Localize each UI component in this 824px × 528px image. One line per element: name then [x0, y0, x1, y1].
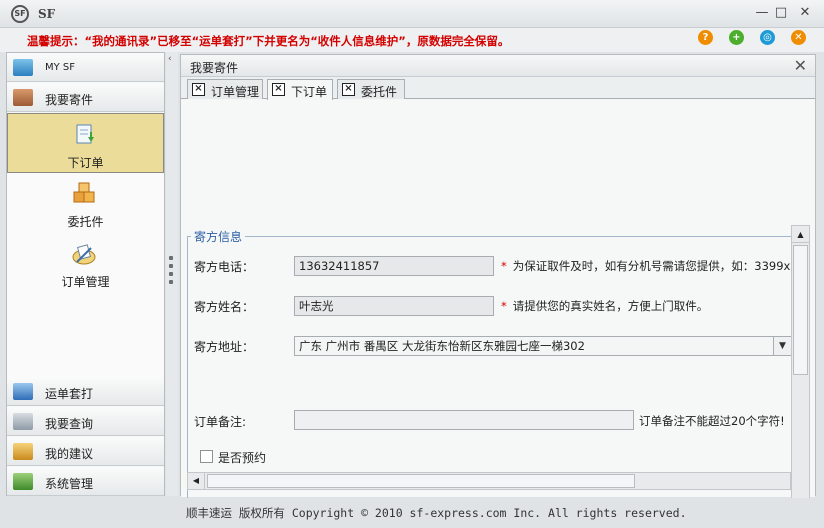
tab-label: 委托件: [361, 85, 398, 99]
sender-info-title: 寄方信息: [191, 228, 246, 245]
title-bar: SF SF — □ ✕: [0, 0, 824, 28]
submenu-item-label: 下订单: [67, 156, 104, 170]
reserve-checkbox[interactable]: [200, 450, 213, 463]
submenu-item-label: 委托件: [67, 215, 104, 229]
required-mark: *: [501, 259, 507, 273]
refresh-icon[interactable]: ◎: [760, 30, 775, 45]
sidebar-item-my-sf[interactable]: MY SF: [7, 53, 164, 82]
sender-address-label: 寄方地址：: [194, 340, 255, 354]
tab-order-management[interactable]: × 订单管理: [187, 79, 263, 99]
notebook-icon: [13, 443, 33, 460]
book-icon: [13, 383, 33, 400]
sidebar-item-query[interactable]: 我要查询: [7, 407, 164, 436]
horizontal-scrollbar[interactable]: ◀: [187, 472, 791, 490]
order-edit-icon: [72, 244, 96, 265]
help-icon[interactable]: ?: [698, 30, 713, 45]
maximize-button[interactable]: □: [773, 5, 789, 21]
boxes-icon: [73, 182, 95, 203]
tab-place-order[interactable]: × 下订单: [267, 79, 333, 100]
panel-title: 我要寄件: [190, 61, 239, 75]
notice-text: 温馨提示：“我的通讯录”已移至“运单套打”下并更名为“收件人信息维护”，原数据完…: [27, 34, 510, 48]
submenu-item-entrusted[interactable]: 委托件: [7, 173, 164, 233]
order-remark-label: 订单备注:: [194, 415, 247, 429]
tab-entrusted[interactable]: × 委托件: [337, 79, 405, 99]
vertical-scrollbar[interactable]: ▲: [791, 225, 810, 505]
chevron-down-icon[interactable]: ▼: [773, 337, 791, 355]
sender-name-label: 寄方姓名：: [194, 300, 255, 314]
sidebar-item-label: 系统管理: [45, 477, 94, 491]
hint-text: 为保证取件及时，如有分机号需请您提供，如：3399xx: [512, 259, 798, 273]
submenu-item-order-management[interactable]: 订单管理: [7, 233, 164, 293]
exit-icon[interactable]: ✕: [791, 30, 806, 45]
tab-bar: × 订单管理 × 下订单 × 委托件: [181, 77, 815, 100]
send-submenu: 下订单 委托件 订单管理: [7, 113, 164, 377]
close-window-button[interactable]: ✕: [797, 5, 813, 21]
order-remark-hint: 订单备注不能超过20个字符!: [639, 414, 785, 428]
add-icon[interactable]: +: [729, 30, 744, 45]
main-panel: 我要寄件 ✕ × 订单管理 × 下订单 × 委托件 寄方信息 寄方电话： 136…: [180, 54, 816, 528]
sidebar: MY SF 我要寄件 下订单 委托件 订单管理 运单套打 我要查询 我的建议 系…: [6, 52, 165, 496]
sidebar-item-label: 我的建议: [45, 447, 94, 461]
collapse-arrow-icon[interactable]: ‹: [168, 54, 172, 64]
sidebar-item-label: 我要寄件: [45, 93, 94, 107]
search-icon: [13, 413, 33, 430]
sidebar-item-send[interactable]: 我要寄件: [7, 83, 164, 112]
document-download-icon: [76, 124, 94, 144]
monitor-icon: [13, 59, 33, 76]
reserve-label: 是否预约: [218, 451, 267, 465]
scroll-left-icon[interactable]: ◀: [188, 473, 205, 489]
grip-dot: [169, 264, 173, 268]
order-remark-input[interactable]: [294, 410, 634, 430]
scroll-thumb[interactable]: [793, 245, 808, 375]
sidebar-item-waybill-print[interactable]: 运单套打: [7, 377, 164, 406]
grip-dot: [169, 272, 173, 276]
scroll-up-icon[interactable]: ▲: [792, 226, 809, 243]
minimize-button[interactable]: —: [754, 5, 770, 21]
sidebar-splitter[interactable]: ‹: [166, 52, 178, 496]
tab-label: 订单管理: [211, 85, 260, 99]
copyright-text: 顺丰速运 版权所有 Copyright © 2010 sf-express.co…: [186, 506, 687, 520]
sender-phone-input[interactable]: 13632411857: [294, 256, 494, 276]
sender-name-hint: * 请提供您的真实姓名，方便上门取件。: [501, 298, 708, 314]
sender-phone-label: 寄方电话：: [194, 260, 255, 274]
sidebar-item-system[interactable]: 系统管理: [7, 467, 164, 496]
required-mark: *: [501, 299, 507, 313]
scroll-thumb[interactable]: [207, 474, 635, 488]
tab-close-icon[interactable]: ×: [272, 83, 285, 96]
sf-logo-icon: SF: [11, 5, 29, 23]
package-icon: [13, 89, 33, 106]
settings-icon: [13, 473, 33, 490]
app-title: SF: [38, 7, 56, 21]
grip-dot: [169, 280, 173, 284]
tab-close-icon[interactable]: ×: [342, 83, 355, 96]
tab-label: 下订单: [291, 85, 328, 99]
order-form: 寄方信息 寄方电话： 13632411857 * 为保证取件及时，如有分机号需请您…: [181, 100, 815, 528]
sidebar-item-suggestions[interactable]: 我的建议: [7, 437, 164, 466]
sender-address-select[interactable]: 广东 广州市 番禺区 大龙街东怡新区东雅园七座一梯302 ▼: [294, 336, 792, 356]
close-panel-icon[interactable]: ✕: [794, 56, 807, 75]
grip-dot: [169, 256, 173, 260]
submenu-item-label: 订单管理: [61, 275, 110, 289]
hint-text: 请提供您的真实姓名，方便上门取件。: [512, 299, 709, 313]
sidebar-item-label: 运单套打: [45, 387, 94, 401]
sender-phone-hint: * 为保证取件及时，如有分机号需请您提供，如：3399xx: [501, 258, 797, 274]
footer: 顺丰速运 版权所有 Copyright © 2010 sf-express.co…: [0, 498, 824, 528]
sidebar-item-label: 我要查询: [45, 417, 94, 431]
sender-name-input[interactable]: 叶志光: [294, 296, 494, 316]
panel-header: 我要寄件 ✕: [181, 55, 815, 77]
sidebar-item-label: MY SF: [45, 62, 76, 73]
submenu-item-place-order[interactable]: 下订单: [7, 113, 164, 173]
address-value: 广东 广州市 番禺区 大龙街东怡新区东雅园七座一梯302: [299, 339, 585, 353]
tab-close-icon[interactable]: ×: [192, 83, 205, 96]
